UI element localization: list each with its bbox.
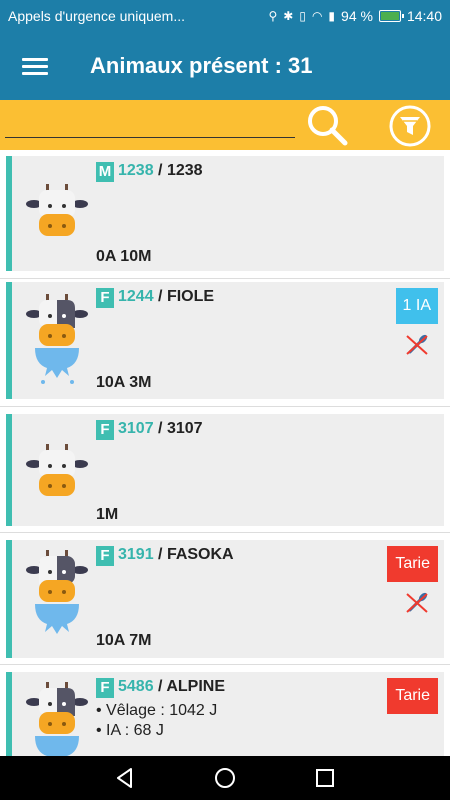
separator: / [153,420,167,437]
vibrate-icon: ▯ [299,9,306,23]
separator: / [153,162,167,179]
wifi-icon: ◠ [311,9,323,23]
battery-icon [378,10,404,22]
sex-badge: M [96,162,114,182]
status-badge-tarie[interactable]: Tarie [387,678,438,714]
ia-detail: • IA : 68 J [96,722,164,739]
animal-number: 1238 [118,162,154,179]
status-badge-ia[interactable]: 1 IA [395,288,438,324]
recents-square-icon[interactable] [313,766,337,790]
back-triangle-icon[interactable] [113,766,137,790]
magnifier-icon[interactable] [305,103,349,147]
hamburger-menu-icon[interactable] [22,54,48,79]
animal-name: FASOKA [166,546,234,563]
system-nav-bar [0,756,450,800]
milking-cow-icon [26,550,88,634]
animal-name: FIOLE [166,288,215,305]
animal-card[interactable]: F 3107 / 3107 1M [6,414,444,526]
animal-age: 0A 10M [96,248,152,265]
separator: / [153,678,167,695]
animal-title: 5486 / ALPINE [118,678,225,696]
milking-cow-icon [26,682,88,756]
home-circle-icon[interactable] [213,766,237,790]
divider [0,406,450,407]
animal-title: 3107 / 3107 [118,420,203,438]
animal-card[interactable]: M 1238 / 1238 0A 10M [6,156,444,271]
battery-percent: 94 % [341,8,373,24]
animal-age: 1M [96,506,119,523]
carrier-text: Appels d'urgence uniquem... [8,8,186,24]
no-insemination-icon [406,334,428,355]
bluetooth-icon: ✱ [283,9,294,23]
app-bar: Animaux présent : 31 [0,32,450,100]
sex-badge: F [96,420,114,440]
separator: / [153,546,167,563]
animal-number: 3107 [118,420,154,437]
no-insemination-icon [406,592,428,613]
status-badge-tarie[interactable]: Tarie [387,546,438,582]
animal-age: 10A 7M [96,632,152,649]
sex-badge: F [96,678,114,698]
funnel-filter-icon[interactable] [388,104,432,148]
animal-name: 1238 [166,162,203,179]
search-input[interactable] [5,110,295,138]
animal-card[interactable]: F 3191 / FASOKA Tarie 10A 7M [6,540,444,658]
search-bar [0,100,450,150]
animal-card[interactable]: F 1244 / FIOLE 1 IA 10A 3M [6,282,444,399]
animal-card[interactable]: F 5486 / ALPINE • Vêlage : 1042 J • IA :… [6,672,444,756]
calf-icon [26,184,88,236]
calving-detail: • Vêlage : 1042 J [96,702,218,719]
status-icons: ⚲ ✱ ▯ ◠ ▮ 94 % 14:40 [268,8,442,24]
status-bar: Appels d'urgence uniquem... ⚲ ✱ ▯ ◠ ▮ 94… [0,0,450,32]
divider [0,664,450,665]
animal-number: 5486 [118,678,154,695]
signal-icon: ▮ [328,9,336,23]
clock: 14:40 [406,8,442,24]
sex-badge: F [96,546,114,566]
divider [0,278,450,279]
animal-title: 1238 / 1238 [118,162,203,180]
animal-name: ALPINE [166,678,226,695]
page-title: Animaux présent : 31 [90,53,313,78]
usb-icon: ⚲ [268,9,278,23]
animal-age: 10A 3M [96,374,152,391]
calf-icon [26,444,88,496]
divider [0,532,450,533]
animal-number: 1244 [118,288,154,305]
sex-badge: F [96,288,114,308]
animal-list: M 1238 / 1238 0A 10M F 1244 / FIOLE 1 IA [0,150,450,756]
separator: / [153,288,167,305]
milking-cow-icon [26,294,88,384]
animal-title: 3191 / FASOKA [118,546,234,564]
animal-number: 3191 [118,546,154,563]
animal-name: 3107 [166,420,203,437]
animal-title: 1244 / FIOLE [118,288,214,306]
